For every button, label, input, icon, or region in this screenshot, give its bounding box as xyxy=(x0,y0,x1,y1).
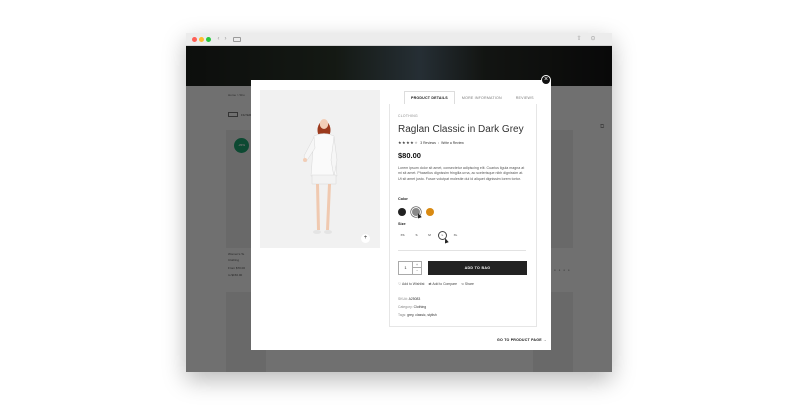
browser-toolbar: ‹ › ⇧ ⊙ ⧉ xyxy=(186,33,612,130)
color-swatch-orange[interactable] xyxy=(426,208,434,216)
quantity-input[interactable]: 1 xyxy=(399,262,413,274)
quantity-stepper[interactable]: 1 + − xyxy=(398,261,422,275)
sku-label: SKU#: xyxy=(398,297,408,301)
sidebar-toggle-icon[interactable] xyxy=(233,37,241,42)
size-option-xs[interactable]: XS xyxy=(398,231,407,240)
maximize-window-icon[interactable] xyxy=(206,37,211,42)
go-to-product-page-link[interactable]: GO TO PRODUCT PAGE → xyxy=(497,338,547,342)
address-bar[interactable] xyxy=(376,36,416,43)
write-review-link[interactable]: Write a Review xyxy=(441,141,464,145)
compare-icon: ⇄ xyxy=(428,282,432,286)
color-label: Color xyxy=(398,197,408,201)
close-window-icon[interactable] xyxy=(192,37,197,42)
share-label: Share xyxy=(464,282,474,286)
forward-icon[interactable]: › xyxy=(222,36,229,43)
model-figure xyxy=(303,119,338,234)
tags-row: Tags: grey, classic, stylish xyxy=(398,313,437,317)
share-icon: ⋖ xyxy=(461,282,464,286)
size-label: Size xyxy=(398,222,406,226)
download-icon[interactable]: ⊙ xyxy=(589,36,597,43)
product-category[interactable]: CLOTHING xyxy=(398,114,418,118)
wishlist-label: Add to Wishlist xyxy=(402,282,425,286)
add-to-bag-button[interactable]: ADD TO BAG xyxy=(428,261,527,275)
tab-product-details[interactable]: PRODUCT DETAILS xyxy=(404,91,455,104)
size-option-s[interactable]: S xyxy=(412,231,421,240)
close-icon[interactable]: × xyxy=(541,75,551,85)
tags-value[interactable]: grey, classic, stylish xyxy=(407,313,437,317)
product-price: $80.00 xyxy=(398,151,421,160)
product-image[interactable] xyxy=(260,90,380,248)
product-actions: ♡ Add to Wishlist ⇄ Add to Compare ⋖ Share xyxy=(398,282,474,286)
product-title: Raglan Classic in Dark Grey xyxy=(398,124,524,135)
add-to-wishlist-link[interactable]: ♡ Add to Wishlist xyxy=(398,282,424,286)
add-to-compare-link[interactable]: ⇄ Add to Compare xyxy=(428,282,457,286)
zoom-icon[interactable]: + xyxy=(361,234,370,243)
divider xyxy=(398,250,526,251)
heart-icon: ♡ xyxy=(398,282,402,286)
rating-stars: ★★★★★ xyxy=(398,140,419,145)
color-swatch-black[interactable] xyxy=(398,208,406,216)
separator: • xyxy=(437,140,440,145)
product-description: Lorem ipsum dolor sit amet, consectetur … xyxy=(398,166,525,181)
reviews-link[interactable]: 3 Reviews xyxy=(420,141,436,145)
sku-value: A25083 xyxy=(408,297,421,301)
category-row: Category: Clothing xyxy=(398,305,426,309)
product-tabs: PRODUCT DETAILS MORE INFORMATION REVIEWS xyxy=(404,91,541,104)
minimize-window-icon[interactable] xyxy=(199,37,204,42)
tags-label: Tags: xyxy=(398,313,407,317)
details-panel xyxy=(389,104,537,327)
quantity-decrease-icon[interactable]: − xyxy=(413,268,421,274)
tab-reviews[interactable]: REVIEWS xyxy=(509,91,541,104)
tab-more-information[interactable]: MORE INFORMATION xyxy=(455,91,509,104)
share-icon[interactable]: ⇧ xyxy=(575,36,583,43)
compare-label: Add to Compare xyxy=(432,282,458,286)
size-option-m[interactable]: M xyxy=(425,231,434,240)
share-link[interactable]: ⋖ Share xyxy=(461,282,474,286)
sku-row: SKU#: A25083 xyxy=(398,297,420,301)
size-option-xl[interactable]: XL xyxy=(451,231,460,240)
category-value[interactable]: Clothing xyxy=(414,305,426,309)
category-label: Category: xyxy=(398,305,413,309)
back-icon[interactable]: ‹ xyxy=(215,36,222,43)
rating-row: ★★★★★ 3 Reviews • Write a Review xyxy=(398,140,464,145)
